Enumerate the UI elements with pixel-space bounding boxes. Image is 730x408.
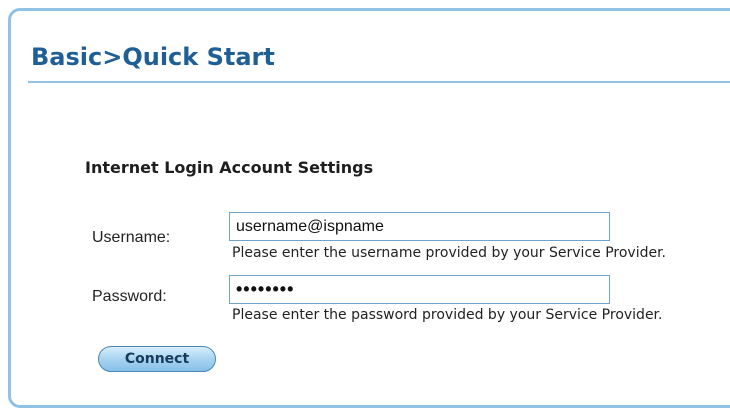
- title-divider: [28, 81, 730, 83]
- page-title: Basic>Quick Start: [31, 43, 275, 71]
- password-help-text: Please enter the password provided by yo…: [232, 307, 663, 323]
- username-field[interactable]: username@ispname: [229, 212, 610, 241]
- password-field[interactable]: ••••••••: [229, 275, 610, 304]
- connect-button[interactable]: Connect: [98, 346, 216, 372]
- username-help-text: Please enter the username provided by yo…: [232, 245, 667, 261]
- section-title: Internet Login Account Settings: [85, 158, 374, 177]
- username-label: Username:: [92, 229, 171, 246]
- password-label: Password:: [92, 288, 167, 305]
